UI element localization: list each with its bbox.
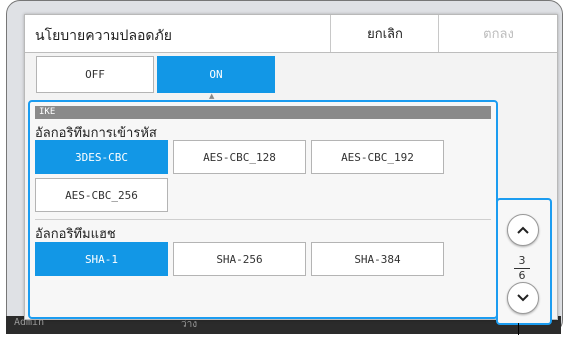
hash-option-sha-256[interactable]: SHA-256 <box>173 242 306 276</box>
caret-up-icon: ▲ <box>209 92 215 100</box>
cancel-button[interactable]: ยกเลิก <box>330 15 439 52</box>
page-down-button[interactable] <box>507 282 539 314</box>
encryption-option-aes-cbc-192[interactable]: AES-CBC_192 <box>311 140 444 174</box>
ike-settings-panel: IKE อัลกอริทึมการเข้ารหัส 3DES-CBC AES-C… <box>28 100 498 319</box>
hash-algorithm-label: อัลกอริทึมแฮช <box>35 227 116 242</box>
total-pages: 6 <box>518 269 526 282</box>
security-policy-dialog: นโยบายความปลอดภัย ยกเลิก ตกลง OFF ON ▲ I… <box>24 14 558 325</box>
current-page: 3 <box>518 254 526 267</box>
encryption-option-aes-cbc-128[interactable]: AES-CBC_128 <box>173 140 306 174</box>
on-button[interactable]: ON <box>157 56 275 93</box>
chevron-up-icon <box>517 226 529 234</box>
ike-section-header: IKE <box>35 106 491 119</box>
page-navigator: 3 6 <box>496 198 552 325</box>
section-divider <box>35 219 491 220</box>
dialog-header: นโยบายความปลอดภัย ยกเลิก ตกลง <box>25 15 557 53</box>
encryption-option-3des-cbc[interactable]: 3DES-CBC <box>35 140 168 174</box>
ok-button[interactable]: ตกลง <box>438 15 558 52</box>
off-button[interactable]: OFF <box>36 56 154 93</box>
hash-option-sha-384[interactable]: SHA-384 <box>311 242 444 276</box>
chevron-down-icon <box>517 294 529 302</box>
encryption-option-aes-cbc-256[interactable]: AES-CBC_256 <box>35 178 168 212</box>
callout-line <box>518 323 519 335</box>
page-up-button[interactable] <box>507 214 539 246</box>
hash-option-sha-1[interactable]: SHA-1 <box>35 242 168 276</box>
dialog-title: นโยบายความปลอดภัย <box>35 28 172 44</box>
